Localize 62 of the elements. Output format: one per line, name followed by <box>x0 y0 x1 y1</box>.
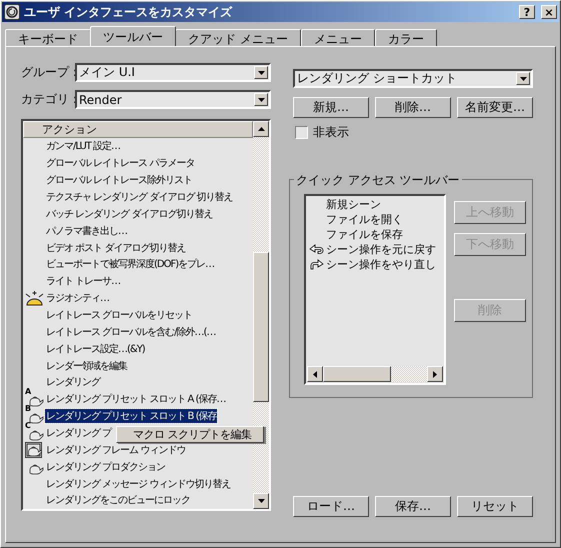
quick-access-list[interactable]: 新規シーン ファイルを開く ファイルを保存 シーン操作を元に戻す シーン操作をやり直し <box>304 194 446 385</box>
window-title: ユーザ インタフェースをカスタマイズ <box>24 4 234 20</box>
horizontal-scrollbar[interactable] <box>307 366 443 382</box>
hide-checkbox[interactable] <box>295 126 308 139</box>
undo-icon <box>308 244 324 255</box>
scroll-up-icon[interactable] <box>258 127 264 131</box>
tab[interactable]: ツールバー <box>90 26 176 46</box>
list-item[interactable]: レンダリング プリセット スロット B (保存 <box>45 409 218 424</box>
menu-item[interactable]: マクロ スクリプトを編集 <box>119 427 261 442</box>
list-item[interactable]: ガンマ/LUT 設定… <box>45 139 122 154</box>
list-item[interactable]: 新規シーン <box>326 197 381 212</box>
list-item[interactable]: ファイルを開く <box>326 212 403 227</box>
scroll-left-icon[interactable] <box>313 370 317 378</box>
scroll-down-icon[interactable] <box>258 499 264 503</box>
list-item[interactable]: テクスチャ レンダリング ダイアログ 切り替え <box>45 190 234 204</box>
list-item[interactable]: レンダリング <box>45 375 101 390</box>
list-item[interactable]: レンダリング メッセージ ウィンドウ切り替え <box>45 476 232 491</box>
dialog-button[interactable]: 保存… <box>375 496 451 517</box>
toolbar-button[interactable]: 新規… <box>293 97 369 118</box>
dialog-button[interactable]: ロード… <box>293 496 369 517</box>
redo-icon <box>308 259 324 270</box>
category-dropdown[interactable]: Render <box>75 90 271 109</box>
group-title: クイック アクセス ツールバー <box>294 172 462 189</box>
frame-window-icon <box>25 442 42 458</box>
list-item[interactable]: バッチ レンダリング ダイアログ切り替え <box>45 206 214 221</box>
tab[interactable]: カラー <box>374 29 437 46</box>
tab[interactable]: キーボード <box>5 29 91 46</box>
list-item[interactable]: ファイルを保存 <box>326 227 403 242</box>
dialog-button[interactable]: リセット <box>457 496 533 517</box>
column-header[interactable]: アクション <box>23 121 253 138</box>
toolbar-button[interactable]: 削除… <box>375 97 451 118</box>
tab[interactable]: クアッド メニュー <box>175 29 301 46</box>
list-item[interactable]: シーン操作を元に戻す <box>326 242 436 257</box>
list-item[interactable]: シーン操作をやり直し <box>326 257 436 272</box>
list-item[interactable]: レイトレース グローバルをリセット <box>45 308 194 322</box>
list-item[interactable]: レイトレース グローバルを含む/除外…(… <box>45 324 216 339</box>
list-item[interactable]: レンダー領域を編集 <box>45 358 128 373</box>
app-icon <box>4 4 20 20</box>
scroll-right-icon[interactable] <box>433 370 437 378</box>
checkbox-label: 非表示 <box>313 124 349 141</box>
group-dropdown[interactable]: メイン U.I <box>75 63 271 82</box>
list-item[interactable]: レンダリング プロダクション <box>45 460 166 474</box>
list-item[interactable]: レンダリング プリセット スロット A (保存… <box>45 392 226 406</box>
list-item[interactable]: ビデオ ポスト ダイアログ切り替え <box>45 240 186 255</box>
close-button[interactable]: × <box>541 5 557 19</box>
list-item[interactable]: レイトレース設定…(&Y) <box>45 342 146 356</box>
list-item[interactable]: レンダリングをこのビューにロック <box>45 493 191 508</box>
action-list[interactable] <box>21 119 271 511</box>
list-item[interactable]: ライト トレーサ… <box>45 274 122 288</box>
scrollbar[interactable] <box>253 121 269 509</box>
light-icon <box>25 290 44 306</box>
list-item[interactable]: レンダリング フレーム ウィンドウ <box>45 442 186 457</box>
toolbar-button[interactable]: 名前変更… <box>457 97 533 118</box>
list-item[interactable]: グローバル レイトレース除外リスト <box>45 173 194 188</box>
list-item[interactable]: パノラマ書き出し… <box>45 224 128 238</box>
help-button[interactable]: ? <box>519 5 535 19</box>
list-item[interactable]: レンダリング プ <box>45 426 112 440</box>
tab[interactable]: メニュー <box>300 29 375 46</box>
toolbar-dropdown[interactable]: レンダリング ショートカット <box>293 69 533 88</box>
list-item[interactable]: グローバル レイトレース パラメータ <box>45 156 196 170</box>
list-item[interactable]: ビューポートで被写界深度(DOF)をプレ… <box>45 257 216 272</box>
list-item[interactable]: ラジオシティ… <box>45 291 110 306</box>
